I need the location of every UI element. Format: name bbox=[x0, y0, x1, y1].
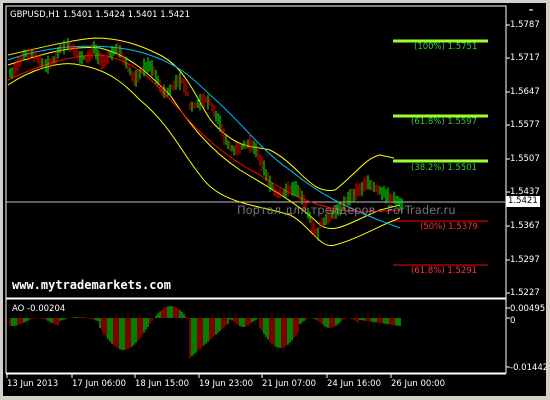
price-tick: 1.5647 bbox=[510, 87, 540, 97]
ao-indicator-label: AO -0.00204 bbox=[12, 304, 66, 314]
price-tick: 1.5577 bbox=[510, 120, 540, 130]
price-tick: 1.5717 bbox=[510, 53, 540, 63]
envelope-lower bbox=[7, 63, 401, 247]
envelope-middle bbox=[7, 46, 401, 230]
ao-axis-tick: -0.01442 bbox=[510, 363, 549, 373]
time-tick: 18 Jun 15:00 bbox=[135, 379, 189, 389]
fib-level-label: (61.8%) 1.5291 bbox=[411, 266, 478, 276]
watermark-portal: Портал для трейдеров - ForTrader.ru bbox=[237, 203, 456, 217]
time-tick: 17 Jun 06:00 bbox=[72, 379, 126, 389]
price-tick: 1.5297 bbox=[510, 255, 540, 265]
time-tick: 19 Jun 23:00 bbox=[199, 379, 253, 389]
ao-axis-tick: 0.00495 bbox=[510, 304, 546, 314]
price-tick: 1.5227 bbox=[510, 288, 540, 298]
time-tick: 13 Jun 2013 bbox=[7, 379, 59, 389]
price-tick: 1.5787 bbox=[510, 20, 540, 30]
ao-pane-border bbox=[5, 298, 507, 374]
moving-average-cyan bbox=[7, 45, 401, 229]
envelope-upper bbox=[7, 37, 395, 191]
current-price-marker: 1.5421 bbox=[506, 196, 540, 207]
price-tick: 1.5367 bbox=[510, 221, 540, 231]
chart-canvas[interactable] bbox=[0, 0, 550, 400]
price-tick: 1.5507 bbox=[510, 154, 540, 164]
fib-level-label: (38.2%) 1.5501 bbox=[411, 163, 478, 173]
time-tick: 26 Jun 00:00 bbox=[391, 379, 445, 389]
fib-level-label: (61.8%) 1.5597 bbox=[411, 117, 478, 127]
time-tick: 21 Jun 07:00 bbox=[262, 379, 316, 389]
fib-level-label: (50%) 1.5379 bbox=[420, 222, 478, 232]
ao-axis-tick: 0 bbox=[510, 316, 516, 326]
fib-level-label: (100%) 1.5751 bbox=[414, 42, 478, 52]
time-tick: 24 Jun 16:00 bbox=[327, 379, 381, 389]
moving-average-red bbox=[7, 54, 401, 213]
symbol-info: GBPUSD,H1 1.5401 1.5424 1.5401 1.5421 bbox=[10, 10, 190, 20]
collapse-button[interactable]: - bbox=[524, 3, 538, 18]
watermark-site: www.mytrademarkets.com bbox=[12, 278, 171, 292]
